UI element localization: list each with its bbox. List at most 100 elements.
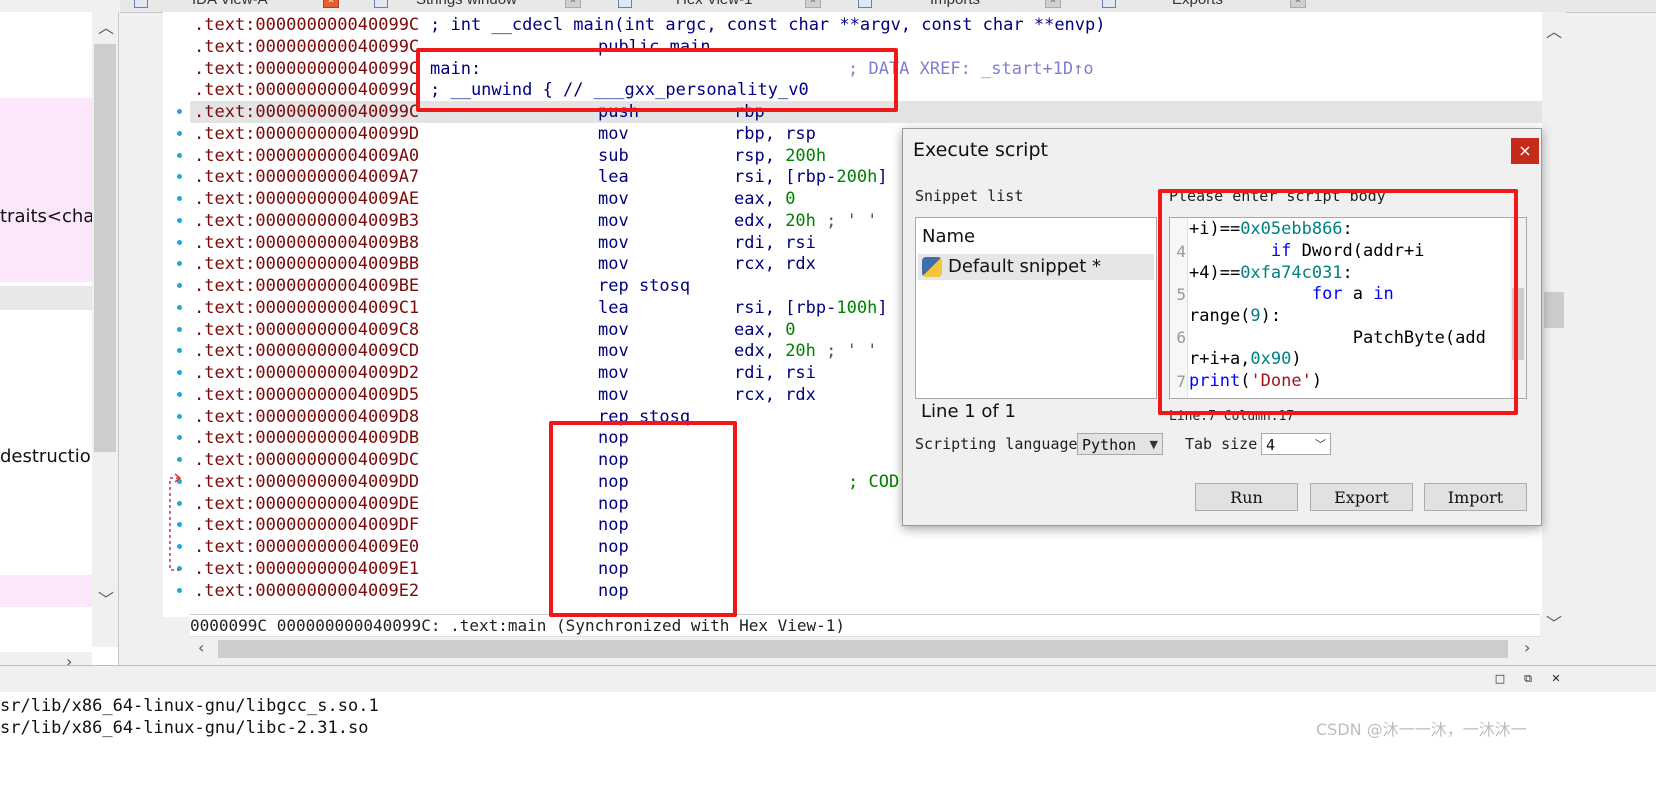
mnemonic: mov [598, 254, 629, 275]
address: .text:00000000004009DD [194, 471, 420, 492]
snippet-list-label: Snippet list [915, 187, 1024, 205]
gutter-dot [177, 109, 182, 114]
operands: rdi, rsi [734, 232, 816, 253]
exports-icon [1102, 0, 1116, 8]
selected-row [0, 286, 92, 310]
operands: eax, 0 [734, 189, 796, 209]
address: .text:000000000040099C [194, 102, 420, 122]
chevron-up-icon[interactable]: ︿ [98, 14, 114, 38]
operands: rcx, rdx [734, 384, 816, 405]
scroll-thumb[interactable] [1544, 292, 1564, 328]
close-icon[interactable]: x [565, 0, 581, 8]
operands: rdi, rsi [734, 363, 816, 383]
disasm-line[interactable]: .text:000000000040099C ; int __cdecl main… [190, 14, 1566, 36]
gutter-dot [177, 326, 182, 332]
snippet-item[interactable]: Default snippet * [918, 254, 1154, 280]
tab-exports[interactable]: Exports [1172, 0, 1223, 11]
tab-ida-view-a[interactable]: IDA View-A [192, 0, 268, 11]
scripting-language-label: Scripting language [915, 435, 1078, 453]
gutter-dot [177, 304, 182, 310]
tab-hex-view-1[interactable]: Hex View-1 [676, 0, 752, 11]
chevron-right-icon[interactable]: › [1524, 638, 1530, 657]
close-icon[interactable]: ✕ [1550, 673, 1562, 685]
functions-pane: traits<char destruction ︿ ﹀ › [0, 12, 119, 692]
vertical-scrollbar[interactable]: ︿ ﹀ [1542, 12, 1566, 634]
tab-size-select[interactable]: 4 ﹀ [1261, 433, 1331, 455]
close-icon[interactable]: x [1290, 0, 1306, 8]
hex-icon [618, 0, 632, 8]
scroll-thumb[interactable] [94, 44, 116, 452]
close-button[interactable]: × [1511, 138, 1539, 164]
chevron-down-icon[interactable]: ﹀ [1546, 610, 1562, 634]
run-button[interactable]: Run [1195, 483, 1298, 511]
scroll-thumb[interactable] [218, 640, 1508, 658]
chevron-up-icon[interactable]: ︿ [1546, 18, 1562, 42]
mnemonic: mov [598, 232, 629, 253]
vertical-scrollbar[interactable]: ︿ ﹀ [92, 12, 118, 647]
address: .text:00000000004009CD [194, 341, 420, 362]
gutter-dot [177, 196, 182, 201]
close-icon[interactable]: x [323, 0, 339, 8]
close-icon[interactable]: x [1045, 0, 1061, 8]
mnemonic: lea [598, 297, 629, 318]
address: .text:000000000040099C [194, 36, 420, 57]
gutter-dot [177, 283, 182, 288]
output-window-bar: □ ⧉ ✕ [0, 665, 1656, 693]
address: .text:00000000004009C8 [194, 319, 420, 340]
operands: edx, 20h ; ' ' [734, 341, 878, 362]
close-icon[interactable]: x [805, 0, 821, 8]
mnemonic: mov [598, 189, 629, 209]
export-button[interactable]: Export [1310, 483, 1413, 511]
mnemonic: mov [598, 319, 629, 340]
mnemonic: lea [598, 167, 629, 188]
disasm-line[interactable]: .text:00000000004009E2 nop [190, 580, 1566, 602]
address: .text:000000000040099C [194, 58, 420, 79]
gutter-dot [177, 130, 182, 136]
address: .text:000000000040099C [194, 80, 420, 101]
scripting-language-value: Python [1082, 436, 1137, 454]
address: .text:00000000004009DC [194, 450, 420, 470]
operands: rbp, rsp [734, 123, 816, 144]
tab-size-value: 4 [1266, 436, 1276, 454]
strings-icon [374, 0, 388, 8]
restore-icon[interactable]: □ [1494, 673, 1506, 685]
address: .text:000000000040099C [194, 15, 420, 35]
snippet-item-label: Default snippet * [948, 256, 1101, 277]
gutter-dot [177, 391, 182, 397]
address: .text:00000000004009D5 [194, 384, 420, 405]
snippet-column-header[interactable]: Name [922, 226, 975, 247]
float-icon[interactable]: ⧉ [1522, 673, 1534, 685]
address: .text:00000000004009D8 [194, 406, 420, 427]
chevron-down-icon: ▼ [1149, 438, 1158, 451]
snippet-list[interactable]: Name Default snippet * [915, 217, 1157, 399]
watermark: CSDN @沐一一沐，一沐沐一 [1316, 720, 1527, 739]
chevron-left-icon[interactable]: ‹ [198, 638, 204, 657]
gutter-dot [177, 413, 182, 419]
function-comment: ; int __cdecl main(int argc, const char … [430, 15, 1106, 35]
disasm-line[interactable]: .text:00000000004009E0 nop [190, 536, 1566, 558]
jump-arrow [169, 473, 182, 571]
tab-imports[interactable]: Imports [930, 0, 980, 11]
address: .text:00000000004009DE [194, 493, 420, 514]
disasm-status-line: 0000099C 000000000040099C: .text:main (S… [190, 614, 1540, 637]
chevron-down-icon: ﹀ [1315, 438, 1326, 451]
mnemonic: sub [598, 145, 629, 166]
gutter-dot [177, 587, 182, 593]
annotation-box-nops [549, 421, 737, 617]
address: .text:000000000040099D [194, 123, 420, 144]
mnemonic: mov [598, 123, 629, 144]
function-list-item[interactable]: traits<char [0, 206, 102, 227]
operands: rcx, rdx [734, 254, 816, 275]
import-button[interactable]: Import [1424, 483, 1527, 511]
function-list-item[interactable]: destruction [0, 446, 102, 467]
tab-strings-window[interactable]: Strings window [416, 0, 517, 11]
chevron-down-icon[interactable]: ﹀ [98, 586, 114, 610]
mnemonic: mov [598, 341, 629, 362]
python-icon [922, 257, 942, 277]
scripting-language-select[interactable]: Python ▼ [1077, 433, 1163, 455]
address: .text:00000000004009E2 [194, 580, 420, 601]
disasm-line[interactable]: .text:00000000004009E1 nop [190, 558, 1566, 580]
mnemonic: mov [598, 363, 629, 383]
address: .text:00000000004009BE [194, 276, 420, 296]
address: .text:00000000004009AE [194, 189, 420, 209]
